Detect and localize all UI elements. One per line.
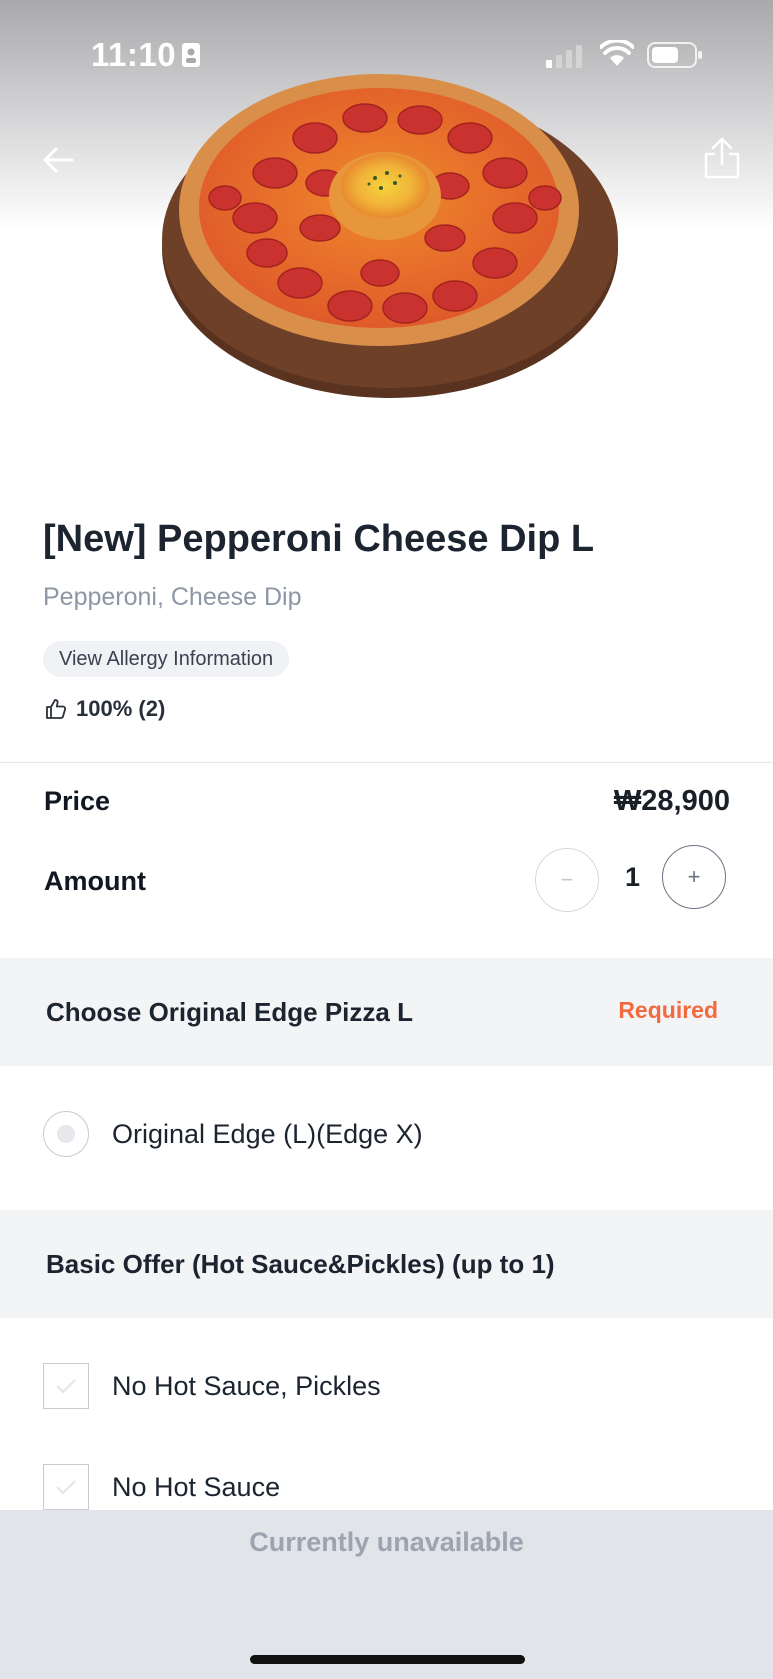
- allergy-info-button[interactable]: View Allergy Information: [43, 641, 290, 677]
- amount-label: Amount: [44, 866, 146, 896]
- back-arrow-icon[interactable]: [38, 140, 78, 180]
- section-title-basic-offer: Basic Offer (Hot Sauce&Pickles) (up to 1…: [46, 1249, 555, 1279]
- status-time: 11:10: [91, 36, 177, 73]
- required-badge: Required: [618, 997, 718, 1023]
- price-value: ₩28,900: [613, 785, 730, 817]
- decrease-quantity-button[interactable]: −: [535, 848, 599, 912]
- option-label-no-hot-sauce[interactable]: No Hot Sauce: [112, 1472, 280, 1503]
- unavailable-button[interactable]: Currently unavailable: [0, 1527, 773, 1558]
- checkbox-no-hot-sauce-pickles[interactable]: [43, 1363, 89, 1409]
- checkbox-no-hot-sauce[interactable]: [43, 1464, 89, 1510]
- signal-icon: [546, 45, 582, 68]
- rating: 100% (2): [44, 696, 165, 722]
- checkmark-icon: [56, 1480, 76, 1495]
- option-label-original-edge[interactable]: Original Edge (L)(Edge X): [112, 1119, 423, 1150]
- section-title-edge: Choose Original Edge Pizza L: [46, 997, 413, 1027]
- status-bar: 11:10: [0, 0, 773, 112]
- rating-value: 100% (2): [76, 696, 166, 721]
- quantity-value: 1: [625, 862, 641, 892]
- thumbs-up-icon: [46, 699, 67, 719]
- home-indicator: [250, 1655, 525, 1664]
- battery-icon: [647, 42, 702, 68]
- divider: [0, 762, 773, 763]
- price-label: Price: [44, 786, 111, 816]
- product-title: [New] Pepperoni Cheese Dip L: [43, 518, 595, 560]
- product-subtitle: Pepperoni, Cheese Dip: [43, 583, 302, 611]
- option-label-no-hot-sauce-pickles[interactable]: No Hot Sauce, Pickles: [112, 1371, 381, 1402]
- wifi-icon: [600, 40, 634, 66]
- id-badge-icon: [182, 43, 200, 67]
- radio-original-edge[interactable]: [43, 1111, 89, 1157]
- increase-quantity-button[interactable]: +: [662, 845, 726, 909]
- share-icon[interactable]: [702, 136, 742, 180]
- product-image: [162, 74, 618, 398]
- checkmark-icon: [56, 1379, 76, 1394]
